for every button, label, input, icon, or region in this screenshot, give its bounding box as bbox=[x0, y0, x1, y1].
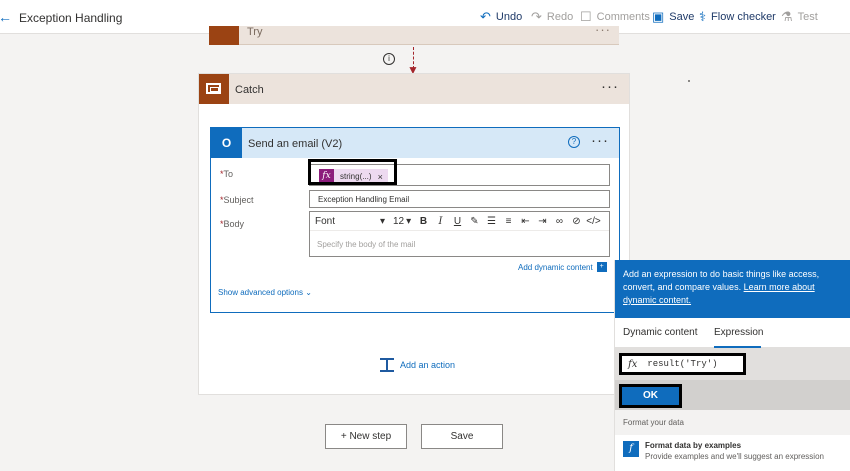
font-select[interactable]: Font ▾ bbox=[315, 216, 385, 227]
redo-icon: ↷ bbox=[531, 9, 542, 24]
highlight-box bbox=[308, 159, 397, 185]
ok-button[interactable]: OK bbox=[619, 384, 682, 408]
try-label: Try bbox=[247, 26, 263, 38]
body-placeholder: Specify the body of the mail bbox=[317, 240, 416, 249]
bullet-list-icon[interactable]: ☰ bbox=[483, 216, 500, 227]
catch-label: Catch bbox=[235, 84, 264, 96]
flow-checker-button[interactable]: ⚕ Flow checker bbox=[699, 10, 776, 23]
tab-dynamic-content[interactable]: Dynamic content bbox=[623, 327, 697, 338]
format-section-header: Format your data bbox=[615, 410, 850, 435]
more-options-icon[interactable]: ··· bbox=[595, 22, 611, 37]
numbered-list-icon[interactable]: ≡ bbox=[500, 216, 517, 227]
panel-intro: Add an expression to do basic things lik… bbox=[615, 260, 850, 318]
scope-icon bbox=[209, 26, 239, 45]
chevron-down-icon: ⌄ bbox=[305, 288, 312, 297]
outlook-icon: O bbox=[211, 128, 242, 158]
new-step-button[interactable]: + New step bbox=[325, 424, 407, 449]
test-flask-icon: ⚗ bbox=[781, 9, 793, 24]
comments-button[interactable]: ☐ Comments bbox=[580, 10, 650, 23]
to-label: *To bbox=[220, 169, 234, 179]
info-icon[interactable]: i bbox=[383, 53, 395, 65]
action-title: Send an email (V2) bbox=[248, 138, 343, 150]
more-options-icon[interactable]: ··· bbox=[591, 132, 609, 149]
more-options-icon[interactable]: ··· bbox=[601, 78, 619, 95]
italic-button[interactable]: I bbox=[432, 216, 449, 227]
highlight-pen-icon[interactable]: ✎ bbox=[466, 216, 483, 227]
add-dynamic-icon: + bbox=[596, 262, 607, 272]
action-header[interactable]: O Send an email (V2) ? ··· bbox=[211, 128, 619, 158]
stethoscope-icon: ⚕ bbox=[699, 9, 707, 24]
add-action-button[interactable]: Add an action bbox=[380, 358, 455, 372]
expression-input[interactable]: fx result('Try') bbox=[619, 353, 746, 375]
tab-expression[interactable]: Expression bbox=[714, 327, 763, 338]
add-action-icon bbox=[380, 358, 394, 372]
add-dynamic-content-link[interactable]: Add dynamic content + bbox=[518, 262, 607, 272]
panel-tabs: Dynamic content Expression bbox=[615, 318, 850, 348]
fx-icon: f bbox=[623, 441, 639, 457]
expression-row: fx result('Try') bbox=[615, 348, 850, 380]
dynamic-content-panel: Add an expression to do basic things lik… bbox=[614, 260, 850, 471]
subject-label: *Subject bbox=[220, 195, 254, 205]
flow-title: Exception Handling bbox=[19, 11, 123, 25]
bold-button[interactable]: B bbox=[415, 216, 432, 227]
chevron-down-icon: ▾ bbox=[406, 215, 412, 227]
body-label: *Body bbox=[220, 219, 245, 229]
scope-icon bbox=[199, 74, 229, 104]
try-scope-card[interactable]: Try ··· bbox=[209, 22, 619, 45]
subject-field[interactable]: Exception Handling Email bbox=[309, 190, 610, 208]
save-button[interactable]: Save bbox=[421, 424, 503, 449]
chevron-down-icon: ▾ bbox=[379, 215, 385, 227]
help-icon[interactable]: ? bbox=[568, 136, 580, 148]
body-editor[interactable]: Font ▾ 12 ▾ B I U ✎ ☰ ≡ ⇤ ⇥ ∞ ⊘ </> Specif… bbox=[309, 211, 610, 257]
undo-button[interactable]: ↶ Undo bbox=[480, 10, 522, 23]
ok-row: OK bbox=[615, 380, 850, 410]
catch-header[interactable]: Catch ··· bbox=[199, 74, 629, 104]
redo-button[interactable]: ↷ Redo bbox=[531, 10, 573, 23]
undo-icon: ↶ bbox=[480, 9, 491, 24]
decrease-indent-icon[interactable]: ⇤ bbox=[517, 216, 534, 227]
cursor-dot bbox=[688, 80, 690, 82]
font-size-select[interactable]: 12 ▾ bbox=[393, 216, 415, 227]
format-by-examples-item[interactable]: f Format data by examples Provide exampl… bbox=[623, 441, 824, 461]
link-icon[interactable]: ∞ bbox=[551, 216, 568, 227]
underline-button[interactable]: U bbox=[449, 216, 466, 227]
send-email-action: O Send an email (V2) ? ··· *To fx string… bbox=[210, 127, 620, 313]
save-toolbar-button[interactable]: ▣ Save bbox=[652, 10, 694, 23]
comment-icon: ☐ bbox=[580, 9, 592, 24]
fx-icon: fx bbox=[628, 358, 638, 370]
unlink-icon[interactable]: ⊘ bbox=[568, 216, 585, 227]
show-advanced-options[interactable]: Show advanced options ⌄ bbox=[218, 288, 312, 297]
back-arrow-icon[interactable]: ← bbox=[0, 9, 12, 25]
rich-text-toolbar: Font ▾ 12 ▾ B I U ✎ ☰ ≡ ⇤ ⇥ ∞ ⊘ </> bbox=[310, 212, 609, 231]
save-icon: ▣ bbox=[652, 9, 665, 24]
test-button[interactable]: ⚗ Test bbox=[781, 10, 818, 23]
increase-indent-icon[interactable]: ⇥ bbox=[534, 216, 551, 227]
catch-scope: Catch ··· O Send an email (V2) ? ··· *To… bbox=[198, 73, 630, 395]
code-view-icon[interactable]: </> bbox=[585, 216, 602, 227]
subject-value: Exception Handling Email bbox=[318, 195, 410, 204]
